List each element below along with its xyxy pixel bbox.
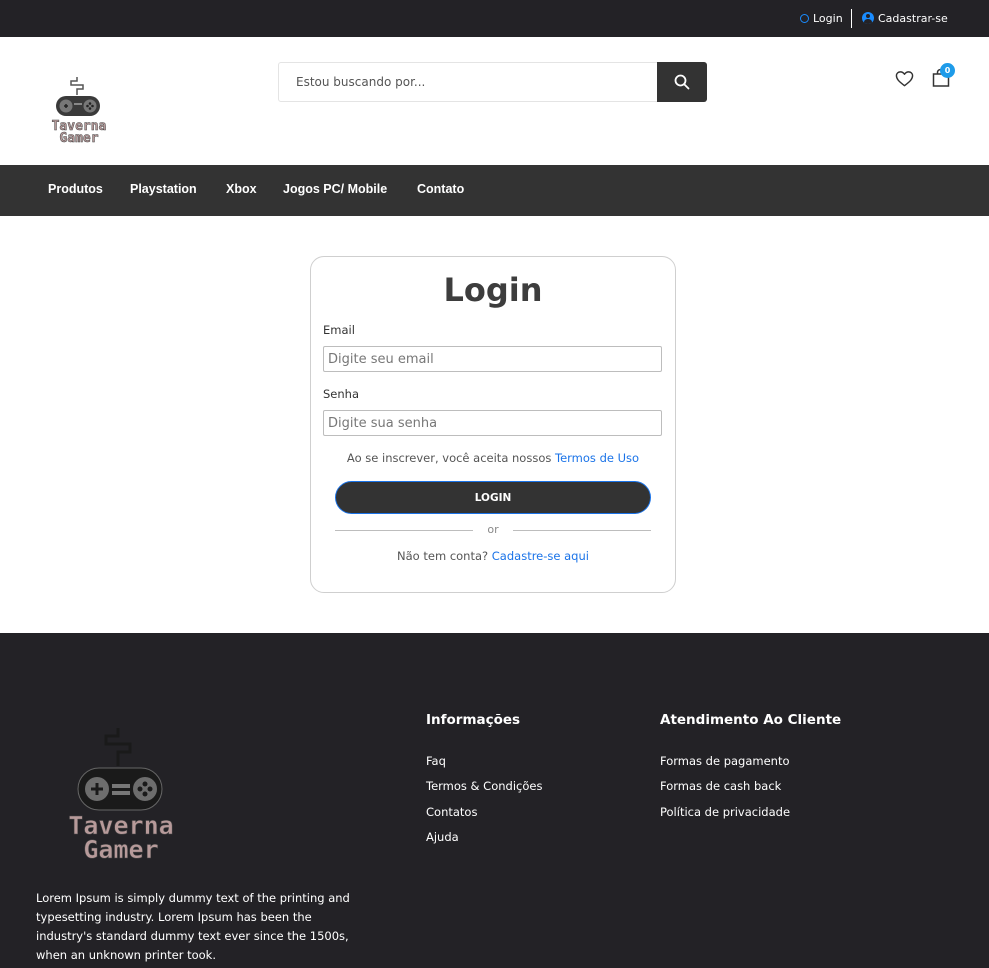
footer-link-faq[interactable]: Faq xyxy=(426,754,446,768)
nav-item-jogos-pc-mobile[interactable]: Jogos PC/ Mobile xyxy=(283,182,387,196)
footer-description: Lorem Ipsum is simply dummy text of the … xyxy=(36,891,350,962)
email-field[interactable] xyxy=(323,346,662,372)
footer-link-ajuda[interactable]: Ajuda xyxy=(426,830,459,844)
login-title: Login xyxy=(443,271,543,309)
search-button[interactable] xyxy=(657,62,707,102)
terms-link[interactable]: Termos de Uso xyxy=(555,451,639,465)
search-input[interactable] xyxy=(279,63,657,101)
no-account-text: Não tem conta? xyxy=(397,549,489,563)
login-circle-icon xyxy=(800,13,809,23)
terms-notice: Ao se inscrever, você aceita nossos Term… xyxy=(311,451,675,465)
logo-text-line2: Gamer xyxy=(59,131,98,146)
search-bar xyxy=(278,62,707,102)
footer: Taverna Gamer Lorem Ipsum is simply dumm… xyxy=(0,633,989,968)
heart-icon[interactable] xyxy=(895,70,914,88)
password-label: Senha xyxy=(323,387,359,401)
footer-link-termos[interactable]: Termos & Condições xyxy=(426,779,542,793)
footer-logo[interactable]: Taverna Gamer xyxy=(50,726,192,864)
email-label: Email xyxy=(323,323,355,337)
topbar-login-label: Login xyxy=(813,11,843,25)
footer-link-cashback[interactable]: Formas de cash back xyxy=(660,779,781,793)
nav-item-xbox[interactable]: Xbox xyxy=(226,182,257,196)
footer-info-title: Informações xyxy=(426,712,521,728)
login-button[interactable]: LOGIN xyxy=(335,481,651,514)
user-icon xyxy=(862,12,874,24)
login-card: Login Email Senha Ao se inscrever, você … xyxy=(310,256,676,593)
footer-logo-text-line2: Gamer xyxy=(83,835,158,864)
search-icon xyxy=(674,74,690,90)
nav-item-playstation[interactable]: Playstation xyxy=(130,182,197,196)
main-nav: Produtos Playstation Xbox Jogos PC/ Mobi… xyxy=(0,165,989,216)
topbar-signup-link[interactable]: Cadastrar-se xyxy=(862,10,948,26)
footer-link-contatos[interactable]: Contatos xyxy=(426,805,477,819)
terms-text: Ao se inscrever, você aceita nossos xyxy=(346,451,552,465)
site-logo[interactable]: Taverna Gamer xyxy=(43,75,115,147)
password-field[interactable] xyxy=(323,410,662,436)
topbar-login-link[interactable]: Login xyxy=(800,10,843,26)
header: Taverna Gamer 0 xyxy=(0,37,989,165)
signup-prompt: Não tem conta? Cadastre-se aqui xyxy=(311,549,675,563)
topbar-divider xyxy=(851,9,852,28)
footer-link-privacidade[interactable]: Política de privacidade xyxy=(660,805,790,819)
nav-item-produtos[interactable]: Produtos xyxy=(48,182,103,196)
footer-link-pagamento[interactable]: Formas de pagamento xyxy=(660,754,790,768)
topbar-signup-label: Cadastrar-se xyxy=(878,11,948,25)
nav-item-contato[interactable]: Contato xyxy=(417,182,464,196)
footer-service-title: Atendimento Ao Cliente xyxy=(660,712,842,728)
divider-right xyxy=(513,530,651,531)
signup-link[interactable]: Cadastre-se aqui xyxy=(492,549,589,563)
cart-count-badge: 0 xyxy=(940,63,955,78)
top-bar: Login Cadastrar-se xyxy=(0,0,989,37)
